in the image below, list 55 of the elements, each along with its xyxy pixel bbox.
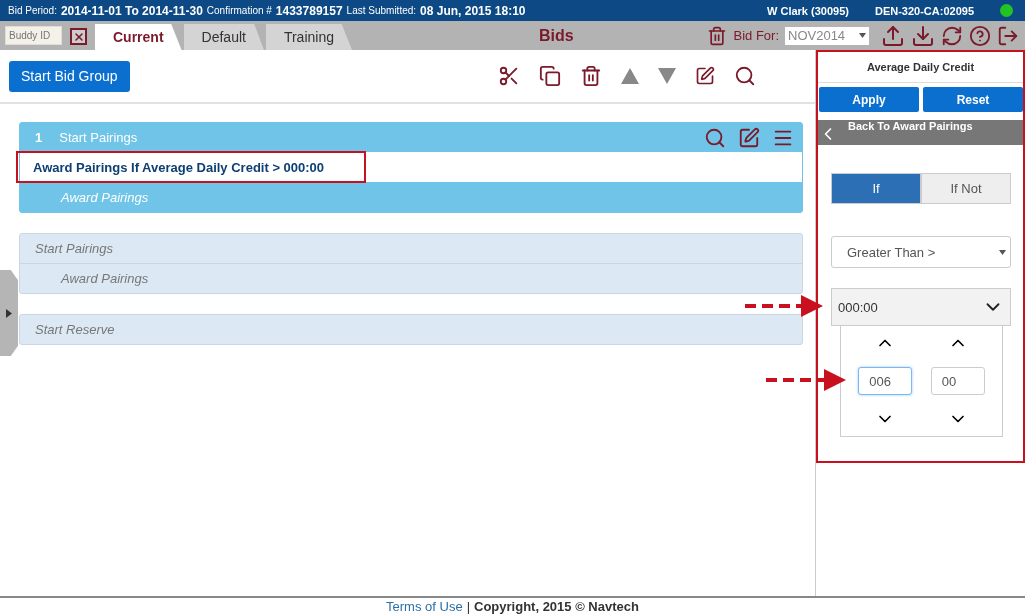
bid-for-select[interactable]: NOV2014	[785, 26, 869, 45]
buddy-id-field[interactable]: Buddy ID	[5, 26, 62, 45]
logout-icon[interactable]	[997, 24, 1019, 47]
comparison-select[interactable]: Greater Than >	[831, 236, 1011, 268]
download-icon[interactable]	[911, 23, 935, 48]
rule-text[interactable]: Award Pairings If Average Daily Credit > 000:00	[16, 151, 367, 183]
tab[interactable]: Current	[95, 24, 182, 50]
upload-icon[interactable]	[881, 23, 905, 48]
help-icon[interactable]	[969, 24, 991, 47]
trash-icon[interactable]	[707, 25, 728, 46]
refresh-icon[interactable]	[941, 24, 963, 47]
edit-icon[interactable]	[738, 126, 760, 149]
back-button[interactable]: Back To Award Pairings	[818, 120, 1023, 145]
group-header: Start Pairings	[35, 241, 114, 256]
separator: |	[466, 599, 471, 614]
terms-link[interactable]: Terms of Use	[386, 599, 463, 614]
bid-period-label: Bid Period:	[8, 5, 57, 16]
side-handle[interactable]	[0, 270, 18, 356]
caret-icon	[999, 249, 1006, 255]
trash-icon[interactable]	[580, 65, 602, 87]
group-item[interactable]: Award Pairings	[20, 263, 802, 293]
bid-period: 2014-11-01 To 2014-11-30	[60, 3, 203, 18]
group-header: Start Reserve	[35, 322, 115, 337]
search-icon[interactable]	[704, 126, 726, 149]
confirmation-number: 1433789157	[275, 3, 343, 18]
last-submitted: 08 Jun, 2015 18:10	[420, 3, 526, 18]
start-bid-group-button[interactable]: Start Bid Group	[9, 60, 130, 92]
copyright: Copyright, 2015 © Navtech	[474, 599, 639, 614]
tab[interactable]: Default	[183, 24, 264, 50]
time-field[interactable]: 000:00	[831, 288, 1011, 326]
hours-field[interactable]: 006	[858, 367, 913, 395]
bid-for-label: Bid For:	[733, 28, 779, 43]
search-icon[interactable]	[734, 65, 756, 87]
clear-button[interactable]	[70, 28, 87, 45]
last-submitted-label: Last Submitted:	[346, 5, 417, 16]
caret-icon	[859, 33, 866, 38]
panel-title: Average Daily Credit	[818, 52, 1023, 83]
scissors-icon[interactable]	[498, 65, 520, 87]
move-up-icon[interactable]	[621, 68, 639, 84]
panel-button[interactable]: Apply	[819, 87, 919, 112]
user-name: W Clark (30095)	[767, 4, 849, 17]
toggle-button[interactable]: If Not	[921, 173, 1011, 204]
group-number: 1	[35, 130, 43, 145]
group-header: Start Pairings	[59, 130, 138, 145]
page-title: Bids	[539, 26, 574, 45]
close-icon	[72, 30, 85, 43]
toggle-button[interactable]: If	[831, 173, 921, 204]
crew-code: DEN-320-CA:02095	[874, 4, 974, 17]
panel-button[interactable]: Reset	[923, 87, 1023, 112]
copy-icon[interactable]	[539, 65, 561, 87]
tab[interactable]: Training	[265, 24, 352, 50]
minutes-field[interactable]: 00	[930, 367, 985, 395]
edit-icon[interactable]	[695, 66, 715, 86]
confirmation-label: Confirmation #	[206, 5, 272, 16]
move-down-icon[interactable]	[658, 68, 676, 84]
